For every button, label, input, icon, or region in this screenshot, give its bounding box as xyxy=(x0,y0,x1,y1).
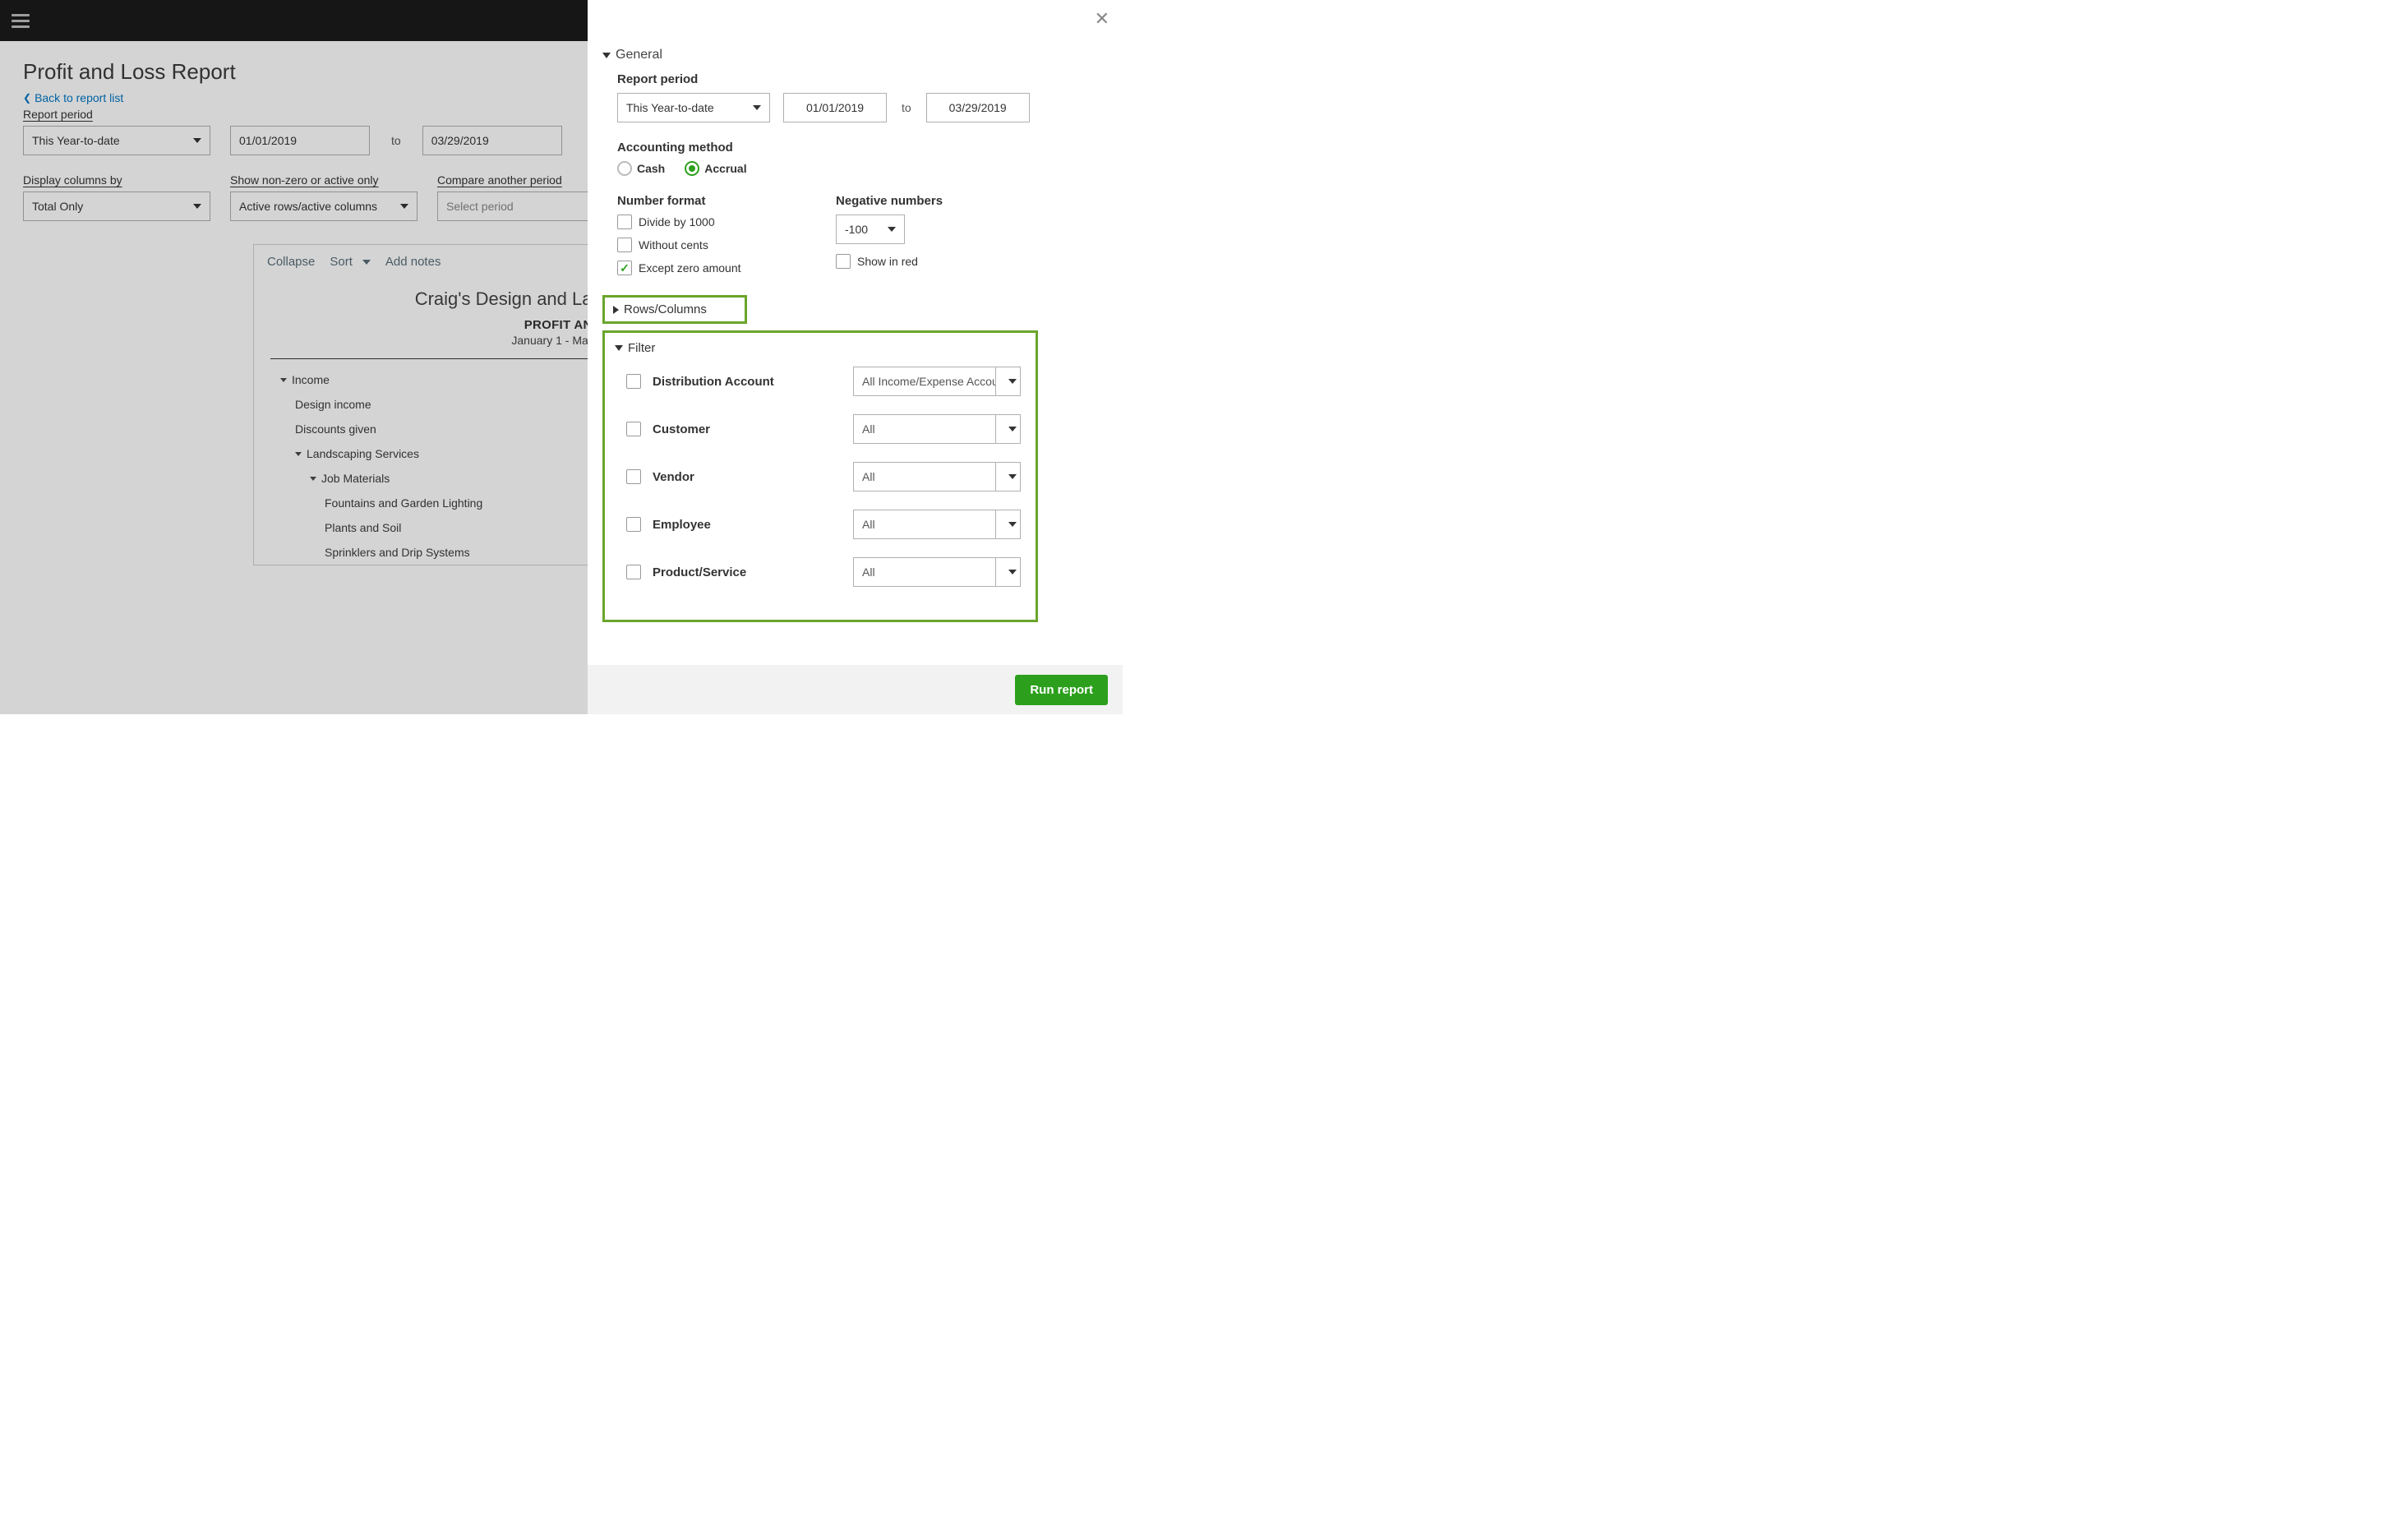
chevron-down-icon xyxy=(295,452,302,456)
report-period-select[interactable]: This Year-to-date xyxy=(23,126,210,155)
except-zero-checkbox-row[interactable]: Except zero amount xyxy=(617,261,790,275)
divide-checkbox-row[interactable]: Divide by 1000 xyxy=(617,215,790,229)
panel-footer: Run report xyxy=(588,665,1123,714)
negative-numbers-label: Negative numbers xyxy=(836,194,943,208)
display-columns-select[interactable]: Total Only xyxy=(23,192,210,221)
account-label: Plants and Soil xyxy=(325,521,401,534)
checkbox-icon xyxy=(617,215,632,229)
date-from-input[interactable]: 01/01/2019 xyxy=(230,126,370,155)
general-section-toggle[interactable]: General xyxy=(602,48,1100,62)
panel-date-to[interactable]: 03/29/2019 xyxy=(926,93,1030,122)
filter-row: Distribution AccountAll Income/Expense A… xyxy=(610,367,1021,396)
checkbox-icon[interactable] xyxy=(626,517,641,532)
show-in-red-checkbox-row[interactable]: Show in red xyxy=(836,254,943,269)
collapse-action[interactable]: Collapse xyxy=(267,255,315,269)
negative-numbers-select[interactable]: -100 xyxy=(836,215,905,244)
chevron-down-icon xyxy=(996,557,1021,587)
chevron-down-icon xyxy=(280,378,287,382)
filter-section-toggle[interactable]: Filter xyxy=(610,341,1021,355)
checkbox-icon xyxy=(836,254,851,269)
checkbox-icon[interactable] xyxy=(626,374,641,389)
chevron-left-icon: ❮ xyxy=(23,92,31,104)
account-label: Discounts given xyxy=(295,422,376,436)
filter-select[interactable]: All Income/Expense Accounts xyxy=(853,367,1021,396)
filter-row: CustomerAll xyxy=(610,414,1021,444)
number-format-label: Number format xyxy=(617,194,790,208)
radio-icon xyxy=(617,161,632,176)
date-to-input[interactable]: 03/29/2019 xyxy=(422,126,562,155)
chevron-down-icon xyxy=(996,414,1021,444)
to-label: to xyxy=(390,134,403,147)
hamburger-icon[interactable] xyxy=(12,14,30,28)
filter-select[interactable]: All xyxy=(853,510,1021,539)
checkbox-icon[interactable] xyxy=(626,565,641,579)
without-cents-checkbox-row[interactable]: Without cents xyxy=(617,238,790,252)
chevron-down-icon xyxy=(362,260,371,265)
filter-select-value: All xyxy=(853,462,996,491)
filter-row: VendorAll xyxy=(610,462,1021,491)
accounting-method-label: Accounting method xyxy=(617,141,1100,155)
accrual-radio[interactable]: Accrual xyxy=(685,161,746,176)
chevron-down-icon xyxy=(996,462,1021,491)
panel-date-from[interactable]: 01/01/2019 xyxy=(783,93,887,122)
filter-label: Vendor xyxy=(653,470,853,484)
sort-action[interactable]: Sort xyxy=(330,255,371,269)
chevron-right-icon xyxy=(613,306,619,314)
non-zero-label: Show non-zero or active only xyxy=(230,173,417,187)
radio-icon xyxy=(685,161,699,176)
display-columns-label: Display columns by xyxy=(23,173,210,187)
account-label: Job Materials xyxy=(321,472,390,485)
filter-select[interactable]: All xyxy=(853,414,1021,444)
account-label: Sprinklers and Drip Systems xyxy=(325,546,470,559)
chevron-down-icon xyxy=(400,204,408,209)
chevron-down-icon xyxy=(996,367,1021,396)
filter-select-value: All xyxy=(853,414,996,444)
chevron-down-icon xyxy=(310,477,316,481)
chevron-down-icon xyxy=(193,204,201,209)
checkbox-icon[interactable] xyxy=(626,469,641,484)
chevron-down-icon xyxy=(193,138,201,143)
to-label: to xyxy=(900,101,913,114)
account-label: Landscaping Services xyxy=(307,447,419,460)
customize-panel: ✕ General Report period This Year-to-dat… xyxy=(588,0,1123,714)
account-label: Design income xyxy=(295,398,371,411)
filter-section: Filter Distribution AccountAll Income/Ex… xyxy=(602,330,1038,622)
add-notes-action[interactable]: Add notes xyxy=(385,255,441,269)
checkbox-icon[interactable] xyxy=(626,422,641,436)
chevron-down-icon xyxy=(615,345,623,351)
panel-report-period-select[interactable]: This Year-to-date xyxy=(617,93,770,122)
chevron-down-icon xyxy=(888,227,896,232)
filter-select-value: All xyxy=(853,557,996,587)
cash-radio[interactable]: Cash xyxy=(617,161,665,176)
filter-select-value: All Income/Expense Accounts xyxy=(853,367,996,396)
filter-select[interactable]: All xyxy=(853,557,1021,587)
account-label: Income xyxy=(292,373,330,386)
rows-columns-section-toggle[interactable]: Rows/Columns xyxy=(602,295,747,324)
account-label: Fountains and Garden Lighting xyxy=(325,496,482,510)
report-period-label: Report period xyxy=(617,72,1100,86)
filter-label: Employee xyxy=(653,518,853,532)
checkbox-icon xyxy=(617,261,632,275)
checkbox-icon xyxy=(617,238,632,252)
filter-label: Customer xyxy=(653,422,853,436)
filter-select[interactable]: All xyxy=(853,462,1021,491)
filter-label: Distribution Account xyxy=(653,375,853,389)
chevron-down-icon xyxy=(753,105,761,110)
filter-select-value: All xyxy=(853,510,996,539)
close-icon[interactable]: ✕ xyxy=(1095,10,1109,28)
filter-label: Product/Service xyxy=(653,565,853,579)
run-report-button[interactable]: Run report xyxy=(1015,675,1108,705)
chevron-down-icon xyxy=(996,510,1021,539)
chevron-down-icon xyxy=(602,53,611,58)
filter-row: EmployeeAll xyxy=(610,510,1021,539)
filter-row: Product/ServiceAll xyxy=(610,557,1021,587)
non-zero-select[interactable]: Active rows/active columns xyxy=(230,192,417,221)
